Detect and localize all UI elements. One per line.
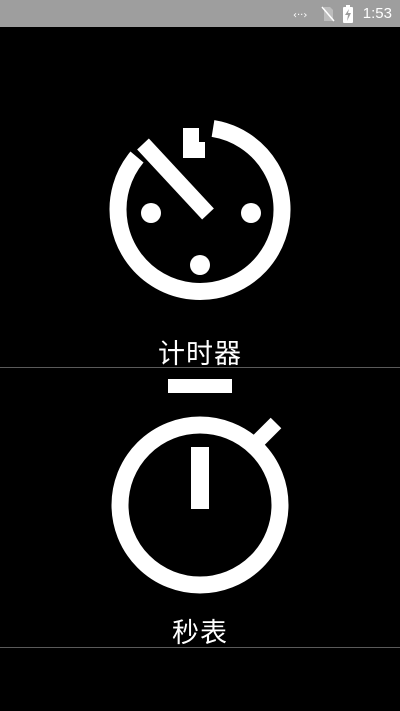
status-bar: ‹··› 1:53 bbox=[0, 0, 400, 27]
svg-text:‹··›: ‹··› bbox=[293, 10, 307, 21]
divider bbox=[0, 647, 400, 648]
timer-icon bbox=[109, 120, 291, 300]
stopwatch-button[interactable]: 秒表 bbox=[0, 367, 400, 649]
no-sim-icon bbox=[321, 6, 335, 22]
stopwatch-icon bbox=[111, 379, 289, 594]
stopwatch-label: 秒表 bbox=[172, 618, 228, 649]
battery-charging-icon bbox=[342, 4, 353, 23]
timer-button[interactable]: 计时器 bbox=[0, 27, 400, 370]
timer-label: 计时器 bbox=[158, 339, 242, 370]
data-transfer-icon: ‹··› bbox=[293, 7, 313, 21]
status-time: 1:53 bbox=[362, 5, 392, 22]
